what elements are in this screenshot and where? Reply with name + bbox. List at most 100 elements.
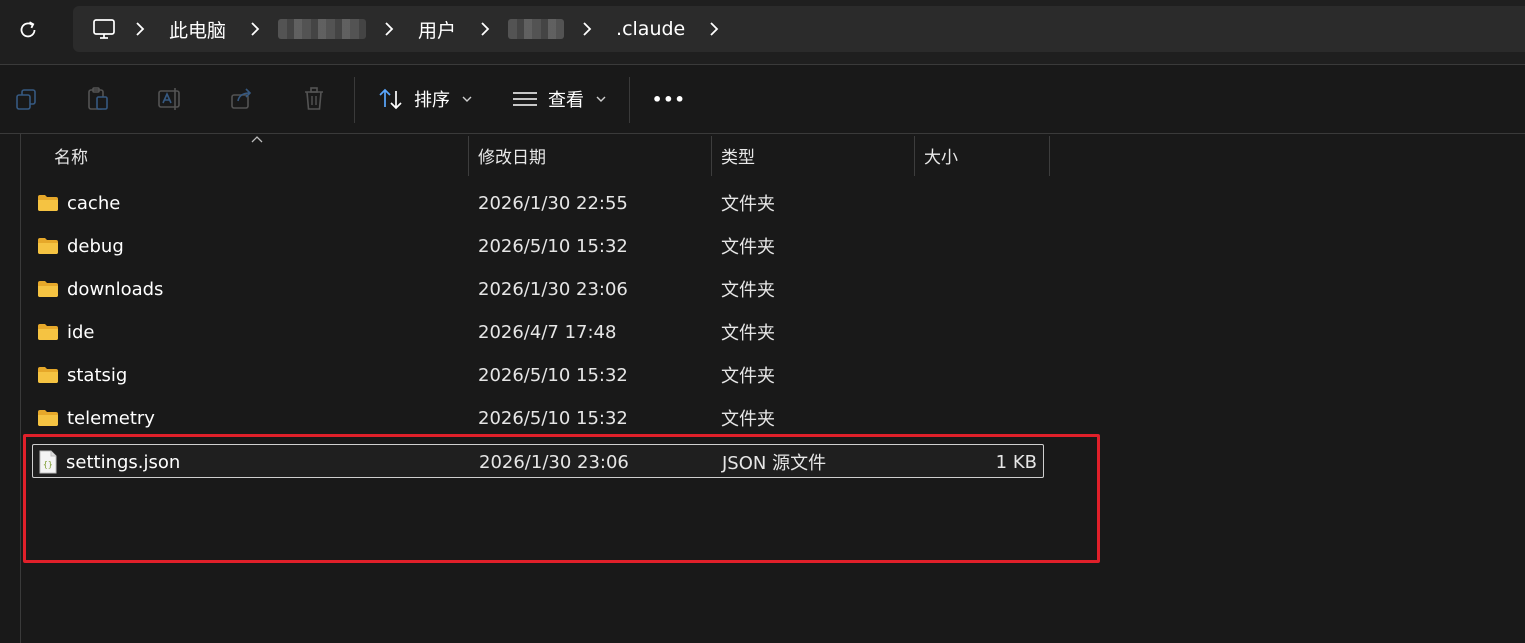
sort-icon <box>379 88 402 110</box>
breadcrumb-redacted-drive[interactable] <box>278 19 367 39</box>
file-row[interactable]: statsig 2026/5/10 15:32 文件夹 <box>32 358 1044 392</box>
column-header-modified[interactable]: 修改日期 <box>478 134 546 176</box>
toolbar-separator <box>629 77 630 123</box>
file-modified: 2026/5/10 15:32 <box>478 364 628 386</box>
column-header-modified-label: 修改日期 <box>478 147 546 168</box>
sort-ascending-icon <box>251 136 263 143</box>
svg-text:{}: {} <box>43 460 53 469</box>
file-name: telemetry <box>67 407 155 429</box>
file-name: settings.json <box>66 451 181 473</box>
monitor-icon <box>93 19 115 39</box>
trash-icon <box>305 87 323 110</box>
address-bar[interactable]: 此电脑 用户 .claude <box>73 6 1525 52</box>
chevron-down-icon <box>462 96 472 102</box>
copy-icon <box>16 89 36 110</box>
column-header-type-label: 类型 <box>721 147 755 168</box>
file-row[interactable]: telemetry 2026/5/10 15:32 文件夹 <box>32 401 1044 435</box>
file-name: ide <box>67 321 95 343</box>
file-type: 文件夹 <box>721 280 775 301</box>
column-header-type[interactable]: 类型 <box>721 134 755 176</box>
column-header-name-label: 名称 <box>54 147 88 168</box>
refresh-icon <box>20 21 36 38</box>
nav-pane-divider <box>20 134 21 643</box>
file-type: 文件夹 <box>721 409 775 430</box>
rename-icon <box>158 88 180 110</box>
column-divider[interactable] <box>914 136 915 176</box>
column-header-name[interactable]: 名称 <box>54 134 88 176</box>
breadcrumb-chevron[interactable] <box>125 14 155 44</box>
file-modified: 2026/5/10 15:32 <box>478 235 628 257</box>
refresh-button[interactable] <box>12 14 44 46</box>
chevron-down-icon <box>596 96 606 102</box>
copy-button[interactable] <box>12 85 40 113</box>
chevron-right-icon <box>385 22 394 36</box>
file-name-cell: telemetry <box>37 401 155 435</box>
file-name: downloads <box>67 278 164 300</box>
clipboard-icon <box>88 87 108 110</box>
column-header-size-label: 大小 <box>924 147 958 168</box>
sort-button[interactable]: 排序 <box>378 81 472 117</box>
breadcrumb-chevron[interactable] <box>374 14 404 44</box>
file-type: 文件夹 <box>721 194 775 215</box>
toolbar-separator <box>354 77 355 123</box>
column-divider[interactable] <box>711 136 712 176</box>
breadcrumb-redacted-user[interactable] <box>508 19 565 39</box>
json-file-icon: {} <box>39 450 57 474</box>
command-bar: 排序 查看 ••• <box>0 65 1525 133</box>
chevron-right-icon <box>136 22 145 36</box>
file-modified: 2026/1/30 23:06 <box>478 278 628 300</box>
column-divider[interactable] <box>468 136 469 176</box>
file-name: statsig <box>67 364 128 386</box>
file-row[interactable]: cache 2026/1/30 22:55 文件夹 <box>32 186 1044 220</box>
file-row-selected[interactable]: {} settings.json 2026/1/30 23:06 JSON 源文… <box>32 444 1044 478</box>
folder-icon <box>38 410 58 426</box>
file-modified: 2026/5/10 15:32 <box>478 407 628 429</box>
share-icon <box>231 88 252 109</box>
delete-button[interactable] <box>300 85 328 113</box>
column-header-size[interactable]: 大小 <box>924 134 958 176</box>
chevron-right-icon <box>481 22 490 36</box>
view-button[interactable]: 查看 <box>512 81 606 117</box>
chevron-right-icon <box>251 22 260 36</box>
file-row[interactable]: ide 2026/4/7 17:48 文件夹 <box>32 315 1044 349</box>
view-label: 查看 <box>548 90 584 111</box>
list-view-icon <box>513 92 537 106</box>
breadcrumb-chevron[interactable] <box>699 14 729 44</box>
more-options-button[interactable]: ••• <box>652 81 686 117</box>
file-name-cell: ide <box>37 315 95 349</box>
rename-button[interactable] <box>156 85 184 113</box>
breadcrumb-claude[interactable]: .claude <box>610 18 691 40</box>
file-name: debug <box>67 235 124 257</box>
file-type: 文件夹 <box>721 237 775 258</box>
file-type: 文件夹 <box>721 323 775 344</box>
paste-button[interactable] <box>84 85 112 113</box>
more-icon: ••• <box>652 89 686 109</box>
folder-icon <box>38 324 58 340</box>
file-name-cell: {} settings.json <box>38 445 180 479</box>
file-name-cell: debug <box>37 229 124 263</box>
file-type: 文件夹 <box>721 366 775 387</box>
this-pc-button[interactable] <box>91 16 117 42</box>
chevron-right-icon <box>710 22 719 36</box>
breadcrumb-chevron[interactable] <box>572 14 602 44</box>
chevron-right-icon <box>583 22 592 36</box>
folder-icon <box>38 281 58 297</box>
folder-icon <box>38 238 58 254</box>
file-modified: 2026/4/7 17:48 <box>478 321 617 343</box>
breadcrumb-this-pc[interactable]: 此电脑 <box>163 16 232 43</box>
breadcrumb-chevron[interactable] <box>240 14 270 44</box>
file-type: JSON 源文件 <box>722 453 827 474</box>
file-row[interactable]: debug 2026/5/10 15:32 文件夹 <box>32 229 1044 263</box>
share-button[interactable] <box>228 85 256 113</box>
file-modified: 2026/1/30 23:06 <box>479 451 629 473</box>
column-header-row: 名称 修改日期 类型 大小 <box>0 134 1050 176</box>
breadcrumb-chevron[interactable] <box>470 14 500 44</box>
file-name-cell: downloads <box>37 272 163 306</box>
column-divider[interactable] <box>1049 136 1050 176</box>
file-name-cell: statsig <box>37 358 127 392</box>
sort-label: 排序 <box>414 90 450 111</box>
file-modified: 2026/1/30 22:55 <box>478 192 628 214</box>
breadcrumb-users[interactable]: 用户 <box>412 16 462 43</box>
file-row[interactable]: downloads 2026/1/30 23:06 文件夹 <box>32 272 1044 306</box>
file-name-cell: cache <box>37 186 120 220</box>
